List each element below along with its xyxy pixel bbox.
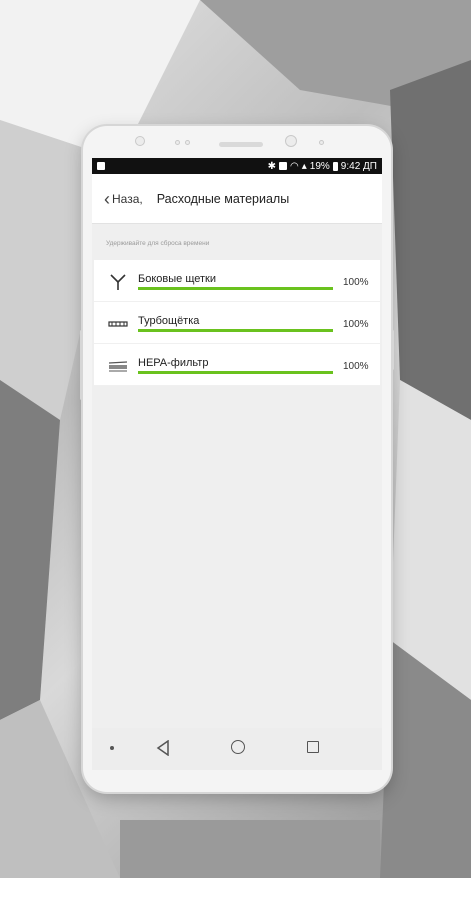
progress-bar: [138, 329, 333, 332]
consumable-name: HEPA-фильтр: [138, 357, 209, 369]
consumable-hepa-filter[interactable]: HEPA-фильтр 100%: [94, 344, 380, 386]
consumable-percent: 100%: [343, 361, 369, 372]
nav-home-icon[interactable]: [231, 740, 245, 754]
consumable-turbo-brush[interactable]: Турбощётка 100%: [94, 302, 380, 344]
wifi-icon: ◠: [290, 160, 299, 172]
hepa-filter-icon: [108, 361, 128, 372]
battery-icon: [332, 161, 338, 171]
consumable-percent: 100%: [343, 277, 369, 288]
power-button: [391, 330, 394, 370]
progress-bar: [138, 287, 333, 290]
sensor-icon: [319, 140, 324, 145]
earpiece: [219, 142, 263, 147]
bluetooth-icon: ✱: [267, 160, 277, 172]
nav-back-icon[interactable]: [156, 740, 170, 756]
sensor-icon: [175, 140, 180, 145]
back-button[interactable]: ‹ Наза,: [104, 190, 143, 208]
nav-recent-apps-icon[interactable]: [307, 741, 319, 753]
front-camera-icon: [135, 136, 145, 146]
consumable-name: Турбощётка: [138, 315, 200, 327]
progress-bar: [138, 371, 333, 374]
consumable-name: Боковые щетки: [138, 273, 216, 285]
back-label: Наза,: [112, 191, 143, 206]
nav-dot-icon[interactable]: [110, 746, 114, 750]
turbo-brush-icon: [108, 321, 128, 327]
battery-percent: 19%: [309, 160, 330, 172]
top-bar: ‹ Наза, Расходные материалы: [92, 174, 382, 224]
notification-icon: [97, 162, 105, 170]
volume-button: [80, 330, 83, 400]
page-title: Расходные материалы: [156, 191, 290, 206]
consumable-percent: 100%: [343, 319, 369, 330]
app-screen: ✱ ◠ ▴ 19% 9:42 ДП ‹ Наза, Расходные мате…: [92, 158, 382, 770]
signal-icon: ▴: [301, 160, 307, 172]
chevron-left-icon: ‹: [104, 188, 110, 209]
reset-hint: Удерживайте для сброса времени: [106, 240, 210, 247]
iris-camera-icon: [285, 135, 297, 147]
consumable-side-brush[interactable]: Боковые щетки 100%: [94, 260, 380, 302]
nfc-icon: [279, 162, 288, 170]
clock: 9:42 ДП: [340, 160, 377, 172]
side-brush-icon: [110, 274, 126, 290]
status-bar: ✱ ◠ ▴ 19% 9:42 ДП: [92, 158, 382, 174]
consumables-list: Боковые щетки 100% Турбощётка 100% HEPA-…: [94, 260, 380, 386]
navigation-bar: [92, 728, 382, 770]
sensor-icon: [185, 140, 190, 145]
